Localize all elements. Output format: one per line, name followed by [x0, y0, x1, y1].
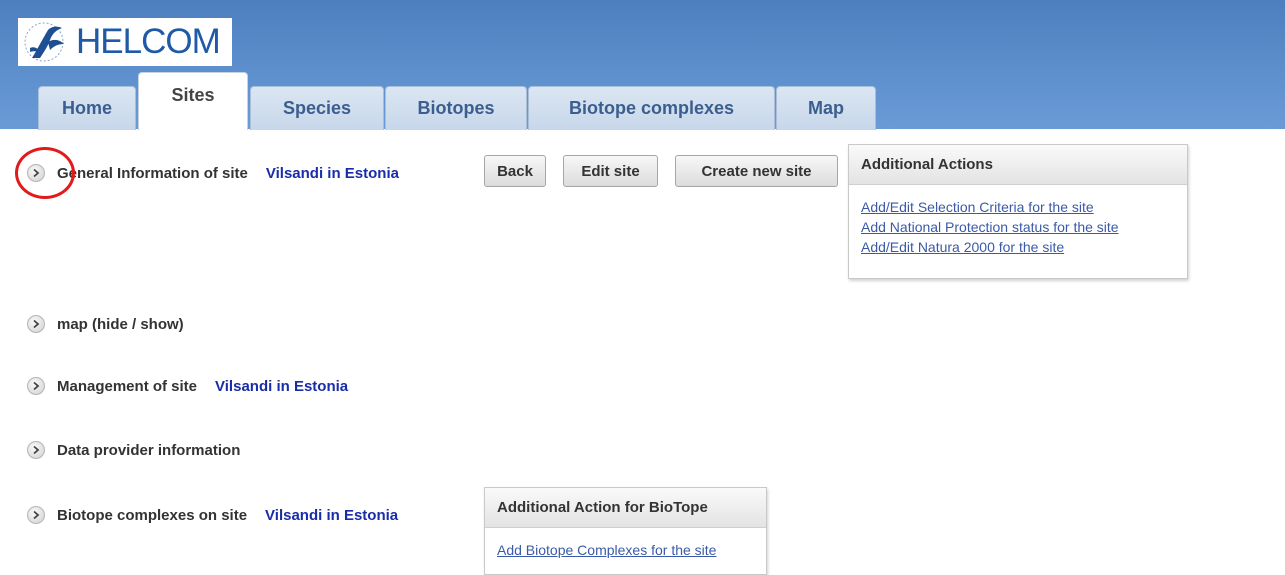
add-biotope-complexes-link[interactable]: Add Biotope Complexes for the site	[497, 540, 766, 560]
section-map[interactable]: map (hide / show)	[27, 315, 184, 333]
section-biotope-complexes[interactable]: Biotope complexes on site Vilsandi in Es…	[27, 506, 398, 524]
site-name: Vilsandi in Estonia	[265, 164, 399, 182]
tab-biotopes[interactable]: Biotopes	[385, 86, 527, 130]
tab-biotope-complexes[interactable]: Biotope complexes	[528, 86, 775, 130]
section-data-provider[interactable]: Data provider information	[27, 441, 240, 459]
helcom-logo[interactable]: HELCOM	[18, 18, 232, 66]
tab-home[interactable]: Home	[38, 86, 136, 130]
helcom-seal-icon	[24, 22, 64, 62]
section-label: Biotope complexes on site	[57, 506, 248, 524]
header-banner: HELCOM Home Sites Species Biotopes Bioto…	[0, 0, 1285, 130]
section-label: Data provider information	[57, 441, 241, 459]
expand-arrow-icon[interactable]	[27, 377, 45, 395]
logo-text: HELCOM	[76, 22, 221, 61]
section-label: Management of site	[57, 377, 198, 395]
panel-title: Additional Action for BioTope	[485, 488, 766, 528]
add-natura-2000-link[interactable]: Add/Edit Natura 2000 for the site	[861, 237, 1187, 257]
section-general-information[interactable]: General Information of site Vilsandi in …	[27, 164, 399, 182]
tab-species[interactable]: Species	[250, 86, 384, 130]
panel-title: Additional Actions	[849, 145, 1187, 185]
expand-arrow-icon[interactable]	[27, 506, 45, 524]
add-selection-criteria-link[interactable]: Add/Edit Selection Criteria for the site	[861, 197, 1187, 217]
tab-sites[interactable]: Sites	[138, 72, 248, 130]
site-name: Vilsandi in Estonia	[265, 506, 399, 524]
back-button[interactable]: Back	[484, 155, 546, 187]
section-label: General Information of site	[57, 164, 248, 182]
add-national-protection-link[interactable]: Add National Protection status for the s…	[861, 217, 1187, 237]
expand-arrow-icon[interactable]	[27, 315, 45, 333]
site-name: Vilsandi in Estonia	[215, 377, 349, 395]
expand-arrow-icon[interactable]	[27, 441, 45, 459]
highlight-circle	[15, 147, 75, 199]
create-new-site-button[interactable]: Create new site	[675, 155, 838, 187]
section-management[interactable]: Management of site Vilsandi in Estonia	[27, 377, 348, 395]
edit-site-button[interactable]: Edit site	[563, 155, 658, 187]
additional-actions-panel: Additional Actions Add/Edit Selection Cr…	[848, 144, 1188, 279]
section-label: map (hide / show)	[57, 315, 184, 333]
biotope-actions-panel: Additional Action for BioTope Add Biotop…	[484, 487, 767, 575]
tab-map[interactable]: Map	[776, 86, 876, 130]
